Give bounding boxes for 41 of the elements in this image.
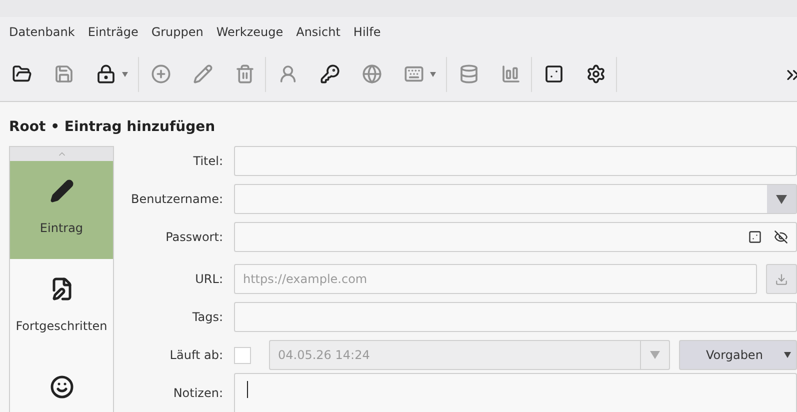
expiry-checkbox[interactable] xyxy=(234,346,251,364)
dropdown-arrow-icon xyxy=(784,352,791,358)
notes-field[interactable] xyxy=(234,373,797,412)
dice-icon[interactable] xyxy=(748,230,762,244)
dropdown-arrow-icon xyxy=(776,194,787,204)
input-field[interactable] xyxy=(234,146,797,176)
menu-item[interactable]: Einträge xyxy=(88,23,138,41)
pencil-icon xyxy=(50,179,74,203)
menu-item[interactable]: Hilfe xyxy=(353,23,381,41)
field-label: Passwort: xyxy=(164,229,224,246)
menu-item[interactable]: Ansicht xyxy=(296,23,340,41)
smiley-icon xyxy=(50,375,74,399)
dropdown-arrow-icon xyxy=(650,351,660,359)
url-placeholder: https://example.com xyxy=(243,271,368,288)
field-label: Tags: xyxy=(191,309,224,326)
folder-icon[interactable] xyxy=(12,64,32,84)
dice-icon[interactable] xyxy=(544,64,564,84)
presets-button[interactable]: Vorgaben xyxy=(679,340,797,370)
sidebar-tab[interactable]: Eintrag xyxy=(10,161,113,259)
password-field[interactable] xyxy=(234,222,797,252)
menu-item[interactable]: Werkzeuge xyxy=(216,23,284,41)
field-label: Benutzername: xyxy=(130,191,224,208)
sidebar-tab[interactable]: Fortgeschritten xyxy=(10,259,113,357)
lock-icon[interactable] xyxy=(96,64,116,84)
key-icon[interactable] xyxy=(320,64,340,84)
menu-item[interactable]: Gruppen xyxy=(151,23,204,41)
menu-item[interactable]: Datenbank xyxy=(9,23,75,41)
page-title: Root • Eintrag hinzufügen xyxy=(9,118,216,137)
dropdown-arrow-icon[interactable] xyxy=(122,72,128,76)
date-value: 04.05.26 14:24 xyxy=(277,347,371,364)
field-label: Titel: xyxy=(192,153,224,170)
input-field[interactable] xyxy=(234,302,797,332)
text-cursor xyxy=(247,381,248,398)
download-icon xyxy=(775,272,788,286)
field-label: URL: xyxy=(194,271,224,288)
field-label: Notizen: xyxy=(172,385,224,402)
eye-off-icon[interactable] xyxy=(774,230,788,244)
settings-icon[interactable] xyxy=(586,64,606,84)
field-label: Läuft ab: xyxy=(168,347,224,364)
username-combo[interactable] xyxy=(234,184,797,214)
download-button[interactable] xyxy=(766,264,797,294)
